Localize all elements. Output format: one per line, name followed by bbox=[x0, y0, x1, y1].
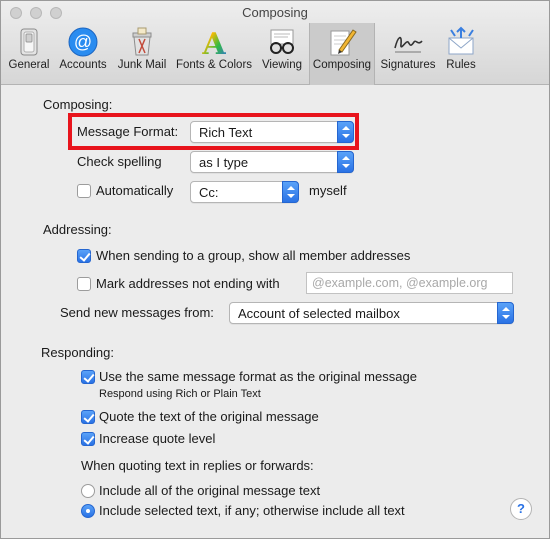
chevron-updown-icon bbox=[337, 151, 354, 173]
send-from-label: Send new messages from: bbox=[60, 305, 214, 320]
send-from-popup[interactable]: Account of selected mailbox bbox=[229, 302, 514, 324]
toolbar-label: Composing bbox=[312, 59, 372, 71]
toolbar-viewing[interactable]: Viewing bbox=[257, 23, 307, 85]
toolbar-label: Junk Mail bbox=[117, 59, 167, 71]
chevron-updown-icon bbox=[337, 121, 354, 143]
at-sign-icon: @ bbox=[68, 27, 98, 57]
toolbar-junk-mail[interactable]: Junk Mail bbox=[113, 23, 171, 85]
send-from-value: Account of selected mailbox bbox=[238, 306, 400, 321]
toolbar-composing[interactable]: Composing bbox=[309, 23, 375, 85]
help-button[interactable]: ? bbox=[510, 498, 532, 520]
check-spelling-value: as I type bbox=[199, 155, 249, 170]
toolbar-label: Rules bbox=[446, 59, 476, 71]
toolbar-rules[interactable]: Rules bbox=[441, 23, 481, 85]
include-selected-radio[interactable] bbox=[81, 504, 95, 518]
increase-quote-label: Increase quote level bbox=[99, 431, 216, 446]
glasses-icon bbox=[270, 29, 294, 54]
message-format-value: Rich Text bbox=[199, 125, 253, 140]
toolbar-label: General bbox=[8, 59, 50, 71]
automatically-label: Automatically bbox=[96, 183, 174, 198]
check-spelling-popup[interactable]: as I type bbox=[190, 151, 354, 173]
addressing-section-title: Addressing: bbox=[43, 222, 112, 237]
responding-section-title: Responding: bbox=[41, 345, 114, 360]
mark-addresses-label: Mark addresses not ending with bbox=[96, 276, 280, 291]
toolbar-label: Accounts bbox=[59, 59, 107, 71]
toolbar-general[interactable]: General bbox=[5, 23, 53, 85]
toolbar-signatures[interactable]: Signatures bbox=[377, 23, 439, 85]
check-spelling-label: Check spelling bbox=[77, 154, 162, 169]
show-group-members-label: When sending to a group, show all member… bbox=[96, 248, 411, 263]
pencil-icon bbox=[330, 29, 357, 56]
toolbar-label: Fonts & Colors bbox=[175, 59, 253, 71]
automatically-checkbox[interactable] bbox=[77, 184, 91, 198]
window-title: Composing bbox=[242, 5, 308, 20]
toolbar-label: Signatures bbox=[380, 59, 436, 71]
quoting-heading: When quoting text in replies or forwards… bbox=[81, 458, 314, 473]
message-format-label: Message Format: bbox=[77, 124, 179, 139]
increase-quote-checkbox[interactable] bbox=[81, 432, 95, 446]
title-bar: Composing General @ Accounts Junk Mail A… bbox=[1, 1, 549, 85]
envelope-arrows-icon bbox=[448, 26, 474, 55]
svg-text:@: @ bbox=[74, 32, 92, 52]
mark-addresses-input[interactable] bbox=[307, 273, 512, 293]
toolbar-fonts-colors[interactable]: A Fonts & Colors bbox=[173, 23, 255, 85]
same-format-sublabel: Respond using Rich or Plain Text bbox=[99, 388, 261, 400]
preferences-window: Composing General @ Accounts Junk Mail A… bbox=[0, 0, 550, 539]
message-format-popup[interactable]: Rich Text bbox=[190, 121, 354, 143]
composing-section-title: Composing: bbox=[43, 97, 113, 112]
mark-addresses-field[interactable] bbox=[306, 272, 513, 294]
include-all-label: Include all of the original message text bbox=[99, 483, 321, 498]
switch-icon bbox=[20, 28, 38, 56]
cc-value: Cc: bbox=[199, 185, 219, 200]
chevron-updown-icon bbox=[497, 302, 514, 324]
cc-popup[interactable]: Cc: bbox=[190, 181, 299, 203]
quote-text-label: Quote the text of the original message bbox=[99, 409, 319, 424]
myself-label: myself bbox=[309, 183, 347, 198]
show-group-members-checkbox[interactable] bbox=[77, 249, 91, 263]
font-a-icon: A bbox=[201, 27, 226, 58]
signature-icon bbox=[394, 36, 423, 53]
chevron-updown-icon bbox=[282, 181, 299, 203]
svg-text:A: A bbox=[201, 27, 226, 58]
toolbar-label: Viewing bbox=[261, 59, 303, 71]
same-format-label: Use the same message format as the origi… bbox=[99, 369, 417, 384]
same-format-checkbox[interactable] bbox=[81, 370, 95, 384]
trash-bin-icon bbox=[132, 27, 152, 56]
toolbar-accounts[interactable]: @ Accounts bbox=[55, 23, 111, 85]
include-all-radio[interactable] bbox=[81, 484, 95, 498]
quote-text-checkbox[interactable] bbox=[81, 410, 95, 424]
mark-addresses-checkbox[interactable] bbox=[77, 277, 91, 291]
include-selected-label: Include selected text, if any; otherwise… bbox=[99, 503, 405, 518]
